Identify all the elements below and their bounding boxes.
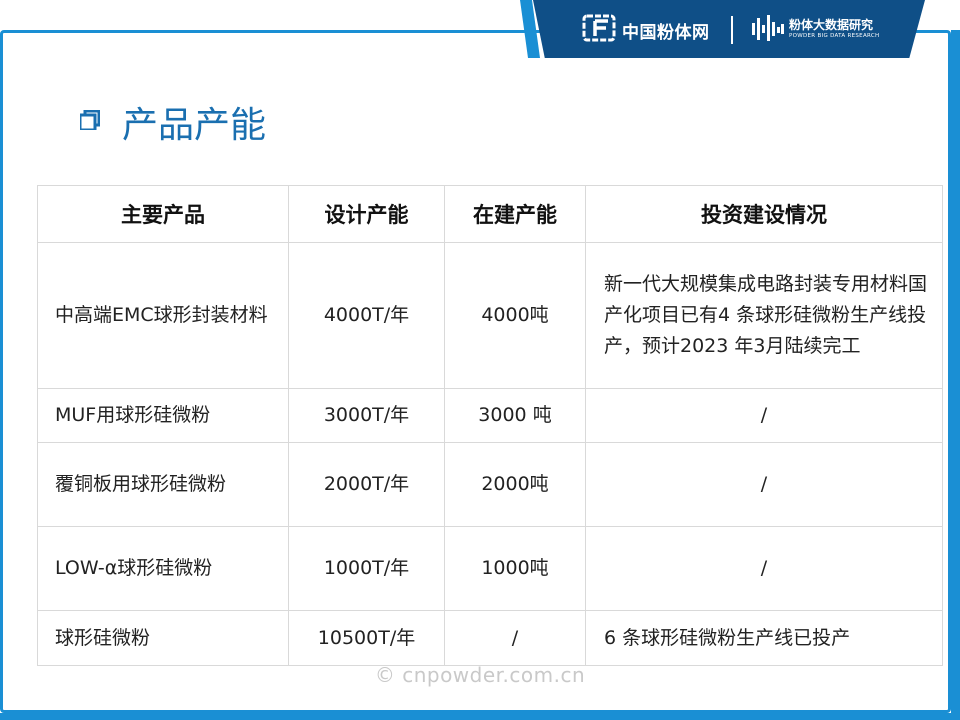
research-name: 粉体大数据研究: [789, 18, 874, 32]
cell-design-capacity: 4000T/年: [288, 242, 445, 389]
cell-investment: 6 条球形硅微粉生产线已投产: [585, 610, 943, 666]
cell-building-capacity: 3000 吨: [444, 388, 586, 443]
cell-design-capacity: 3000T/年: [288, 388, 445, 443]
cell-building-capacity: /: [444, 610, 586, 666]
capacity-table: 主要产品 设计产能 在建产能 投资建设情况 中高端EMC球形封装材料 4000T…: [37, 185, 943, 666]
table-row: LOW-α球形硅微粉 1000T/年 1000吨 /: [37, 526, 943, 611]
cell-investment: /: [585, 388, 943, 443]
table-row: 中高端EMC球形封装材料 4000T/年 4000吨 新一代大规模集成电路封装专…: [37, 242, 943, 389]
watermark: © cnpowder.com.cn: [374, 663, 586, 687]
cell-investment: 新一代大规模集成电路封装专用材料国产化项目已有4 条球形硅微粉生产线投产，预计2…: [585, 242, 943, 389]
table-header-row: 主要产品 设计产能 在建产能 投资建设情况: [37, 185, 943, 243]
title-square-icon: [80, 110, 100, 130]
research-name-en: POWDER BIG DATA RESEARCH: [789, 33, 880, 39]
cell-product: MUF用球形硅微粉: [37, 388, 289, 443]
cell-building-capacity: 1000吨: [444, 526, 586, 611]
frame-right-edge: [951, 30, 960, 720]
brand-name: 中国粉体网: [622, 23, 710, 43]
cell-product: 中高端EMC球形封装材料: [37, 242, 289, 389]
page-title: 产品产能: [122, 105, 267, 146]
cell-investment: /: [585, 526, 943, 611]
header-investment: 投资建设情况: [585, 185, 943, 243]
header-divider: [731, 16, 733, 44]
table-row: 覆铜板用球形硅微粉 2000T/年 2000吨 /: [37, 442, 943, 527]
cell-investment: /: [585, 442, 943, 527]
header-building-capacity: 在建产能: [444, 185, 586, 243]
cell-building-capacity: 2000吨: [444, 442, 586, 527]
header-product: 主要产品: [37, 185, 289, 243]
cell-design-capacity: 2000T/年: [288, 442, 445, 527]
header-design-capacity: 设计产能: [288, 185, 445, 243]
cell-design-capacity: 10500T/年: [288, 610, 445, 666]
table-row: 球形硅微粉 10500T/年 / 6 条球形硅微粉生产线已投产: [37, 610, 943, 666]
frame-bottom-edge: [0, 713, 960, 720]
cell-building-capacity: 4000吨: [444, 242, 586, 389]
cell-product: LOW-α球形硅微粉: [37, 526, 289, 611]
cell-design-capacity: 1000T/年: [288, 526, 445, 611]
cell-product: 球形硅微粉: [37, 610, 289, 666]
brand-logo-icon: [582, 14, 616, 42]
research-logo-icon: [752, 15, 784, 41]
cell-product: 覆铜板用球形硅微粉: [37, 442, 289, 527]
table-row: MUF用球形硅微粉 3000T/年 3000 吨 /: [37, 388, 943, 443]
